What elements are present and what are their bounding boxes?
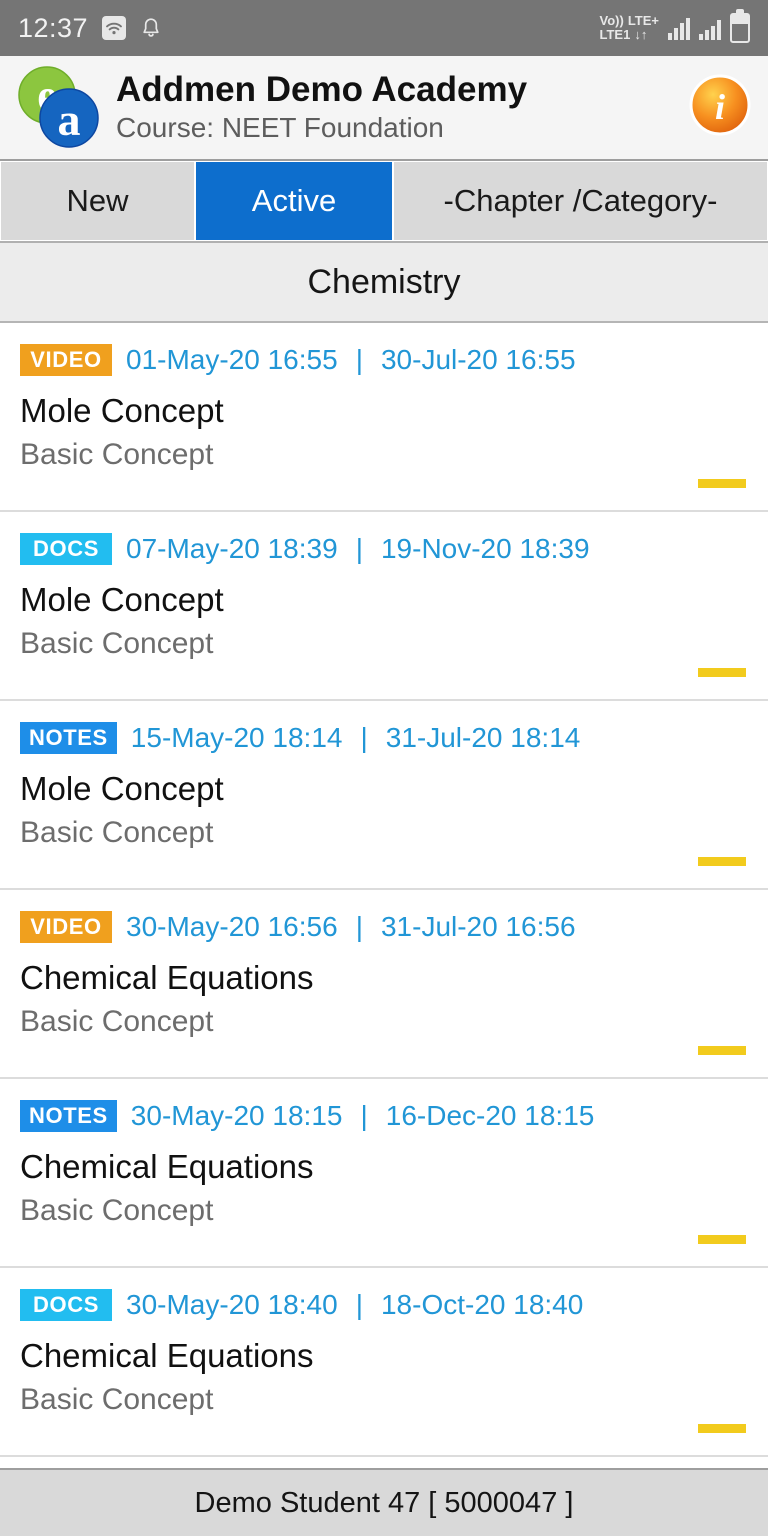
status-bar-right: Vo)) LTE+ LTE1 ↓↑ xyxy=(600,13,750,43)
tab-bar: New Active -Chapter /Category- xyxy=(0,161,768,243)
end-date: 16-Dec-20 18:15 xyxy=(385,1100,595,1131)
section-header-chemistry: Chemistry xyxy=(0,243,768,323)
list-item-title: Chemical Equations xyxy=(20,1337,314,1374)
list-item-subtitle: Basic Concept xyxy=(20,1004,214,1038)
battery-icon xyxy=(730,13,750,43)
signal-bars-sim1-icon xyxy=(668,16,690,40)
ea-logo-icon: e a xyxy=(14,65,102,151)
list-item[interactable]: NOTES 15-May-20 18:14 | 31-Jul-20 18:14 … xyxy=(0,701,768,890)
status-badge: NOTES xyxy=(20,1100,117,1132)
start-date: 15-May-20 18:14 xyxy=(130,722,343,753)
app-header: e a Addmen Demo Academy Course: NEET Fou… xyxy=(0,56,768,161)
svg-text:i: i xyxy=(715,87,725,127)
accent-bar xyxy=(698,479,746,488)
date-separator: | xyxy=(360,722,368,753)
status-badge: NOTES xyxy=(20,722,117,754)
footer-bar: Demo Student 47 [ 5000047 ] xyxy=(0,1468,768,1536)
volte-label-top: Vo)) xyxy=(599,13,624,29)
list-item[interactable]: DOCS 07-May-20 18:39 | 19-Nov-20 18:39 M… xyxy=(0,512,768,701)
list-item-meta: VIDEO 30-May-20 16:56 | 31-Jul-20 16:56 xyxy=(20,910,768,944)
list-item-title: Chemical Equations xyxy=(20,1148,314,1185)
list-item-meta: NOTES 30-May-20 18:15 | 16-Dec-20 18:15 xyxy=(20,1099,768,1133)
list-item[interactable]: DOCS 30-May-20 18:40 | 18-Oct-20 18:40 C… xyxy=(0,1268,768,1457)
list-item-meta: DOCS 07-May-20 18:39 | 19-Nov-20 18:39 xyxy=(20,532,768,566)
list-item-subtitle: Basic Concept xyxy=(20,437,214,471)
wifi-icon xyxy=(102,16,127,40)
accent-bar xyxy=(698,668,746,677)
list-item-meta: NOTES 15-May-20 18:14 | 31-Jul-20 18:14 xyxy=(20,721,768,755)
volte-indicator: Vo)) LTE+ LTE1 ↓↑ xyxy=(600,14,660,41)
list-item-dates: 30-May-20 18:40 | 18-Oct-20 18:40 xyxy=(126,1289,583,1321)
start-date: 07-May-20 18:39 xyxy=(126,533,338,564)
accent-bar xyxy=(698,1046,746,1055)
tab-new[interactable]: New xyxy=(0,161,195,241)
status-badge: VIDEO xyxy=(20,911,112,943)
list-item-dates: 30-May-20 16:56 | 31-Jul-20 16:56 xyxy=(126,911,576,943)
date-separator: | xyxy=(355,533,363,564)
status-bar: 12:37 Vo)) LTE+ LTE1 ↓↑ xyxy=(0,0,768,56)
list-item-subtitle: Basic Concept xyxy=(20,1382,214,1416)
volte-label-bottom: LTE1 xyxy=(599,27,631,42)
list-item-dates: 15-May-20 18:14 | 31-Jul-20 18:14 xyxy=(131,722,581,754)
end-date: 31-Jul-20 18:14 xyxy=(385,722,581,753)
date-separator: | xyxy=(355,911,363,942)
list-item[interactable]: VIDEO 30-May-20 16:56 | 31-Jul-20 16:56 … xyxy=(0,890,768,1079)
content-list: VIDEO 01-May-20 16:55 | 30-Jul-20 16:55 … xyxy=(0,323,768,1457)
bell-icon xyxy=(140,16,162,40)
data-arrows-icon: ↓↑ xyxy=(634,27,648,42)
student-info-label: Demo Student 47 [ 5000047 ] xyxy=(194,1486,574,1519)
list-item-meta: DOCS 30-May-20 18:40 | 18-Oct-20 18:40 xyxy=(20,1288,768,1322)
start-date: 30-May-20 18:40 xyxy=(126,1289,338,1320)
date-separator: | xyxy=(355,1289,363,1320)
status-badge: DOCS xyxy=(20,1289,112,1321)
date-separator: | xyxy=(355,344,363,375)
end-date: 18-Oct-20 18:40 xyxy=(380,1289,584,1320)
status-badge: DOCS xyxy=(20,533,112,565)
accent-bar xyxy=(698,1235,746,1244)
list-item-subtitle: Basic Concept xyxy=(20,626,214,660)
info-icon[interactable]: i xyxy=(688,73,752,142)
end-date: 31-Jul-20 16:56 xyxy=(380,911,576,942)
tab-chapter-category[interactable]: -Chapter /Category- xyxy=(393,161,768,241)
end-date: 30-Jul-20 16:55 xyxy=(380,344,576,375)
lte-label: LTE+ xyxy=(627,13,659,29)
tab-active[interactable]: Active xyxy=(195,161,393,241)
list-item-dates: 30-May-20 18:15 | 16-Dec-20 18:15 xyxy=(131,1100,595,1132)
list-item-dates: 07-May-20 18:39 | 19-Nov-20 18:39 xyxy=(126,533,590,565)
list-item[interactable]: VIDEO 01-May-20 16:55 | 30-Jul-20 16:55 … xyxy=(0,323,768,512)
list-item-title: Mole Concept xyxy=(20,770,224,807)
signal-bars-sim2-icon xyxy=(699,16,721,40)
list-item-title: Mole Concept xyxy=(20,392,224,429)
start-date: 30-May-20 16:56 xyxy=(126,911,338,942)
list-item[interactable]: NOTES 30-May-20 18:15 | 16-Dec-20 18:15 … xyxy=(0,1079,768,1268)
list-item-title: Chemical Equations xyxy=(20,959,314,996)
list-item-dates: 01-May-20 16:55 | 30-Jul-20 16:55 xyxy=(126,344,576,376)
status-time: 12:37 xyxy=(18,12,89,43)
course-subtitle: Course: NEET Foundation xyxy=(116,111,444,143)
status-badge: VIDEO xyxy=(20,344,112,376)
status-bar-left: 12:37 xyxy=(18,13,162,44)
accent-bar xyxy=(698,857,746,866)
start-date: 01-May-20 16:55 xyxy=(126,344,338,375)
list-item-subtitle: Basic Concept xyxy=(20,1193,214,1227)
page-title: Addmen Demo Academy xyxy=(116,69,528,109)
accent-bar xyxy=(698,1424,746,1433)
list-item-meta: VIDEO 01-May-20 16:55 | 30-Jul-20 16:55 xyxy=(20,343,768,377)
list-item-subtitle: Basic Concept xyxy=(20,815,214,849)
svg-text:a: a xyxy=(58,94,81,145)
list-item-title: Mole Concept xyxy=(20,581,224,618)
header-titles: Addmen Demo Academy Course: NEET Foundat… xyxy=(116,69,688,144)
end-date: 19-Nov-20 18:39 xyxy=(380,533,590,564)
start-date: 30-May-20 18:15 xyxy=(130,1100,343,1131)
date-separator: | xyxy=(360,1100,368,1131)
